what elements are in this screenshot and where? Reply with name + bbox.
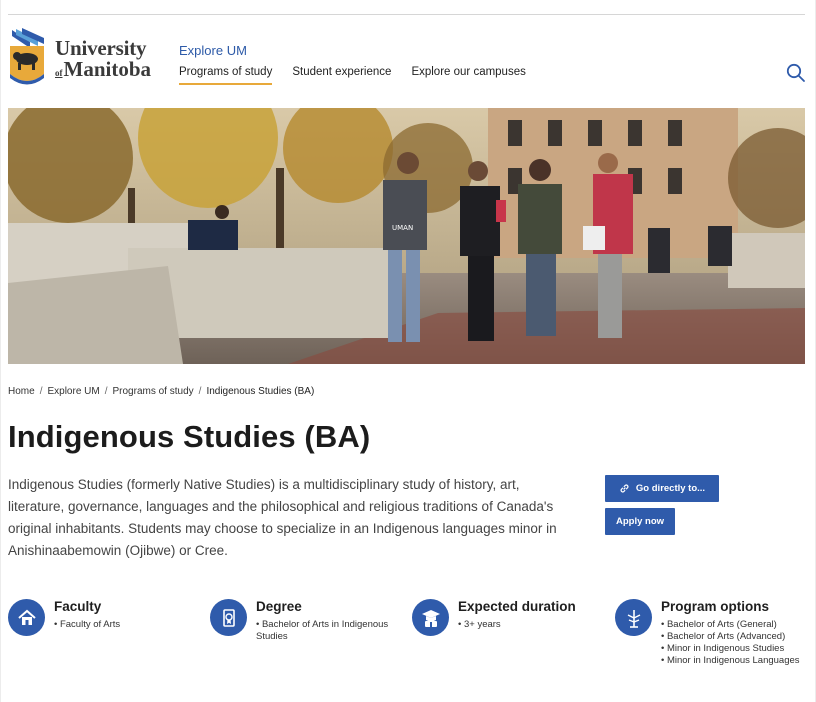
fact-degree-title: Degree [256,599,302,614]
logo-line-manitoba: of Manitoba [55,59,151,80]
breadcrumb-current: Indigenous Studies (BA) [206,386,315,397]
fact-program-options: Program options Bachelor of Arts (Genera… [615,599,800,667]
home-icon [17,609,36,625]
fact-degree-list: Bachelor of Arts in Indigenous Studies [256,619,396,643]
fact-faculty-badge [8,599,45,636]
list-item: Minor in Indigenous Languages [661,655,800,667]
breadcrumb-explore-um[interactable]: Explore UM [47,386,99,397]
logo-wordmark: University of Manitoba [55,38,151,80]
diploma-icon [222,608,235,627]
fact-faculty: Faculty Faculty of Arts [8,599,120,636]
breadcrumb-separator: / [198,386,202,397]
hero-image: UMAN [8,108,805,364]
logo-manitoba: Manitoba [63,57,152,81]
logo-of: of [55,68,63,78]
shirt-text: UMAN [392,224,413,232]
fact-faculty-title: Faculty [54,599,102,614]
search-icon [786,63,805,82]
go-directly-label: Go directly to... [635,483,706,494]
graduate-icon [421,609,440,627]
fact-degree: Degree Bachelor of Arts in Indigenous St… [210,599,396,643]
explore-um-link[interactable]: Explore UM [179,43,247,58]
breadcrumb-separator: / [39,386,43,397]
list-item: Faculty of Arts [54,619,120,631]
university-logo[interactable]: University of Manitoba [8,26,158,92]
bison-shield-icon [10,28,44,85]
fact-duration-list: 3+ years [458,619,576,631]
fact-duration-badge [412,599,449,636]
nav-explore-campuses[interactable]: Explore our campuses [411,66,525,85]
nav-programs-of-study[interactable]: Programs of study [179,66,273,85]
fact-duration-title: Expected duration [458,599,576,614]
breadcrumb-separator: / [104,386,108,397]
breadcrumb-home[interactable]: Home [8,386,35,397]
logo-line-university: University [55,36,147,60]
go-directly-button[interactable]: Go directly to... [605,475,719,502]
breadcrumb-programs-of-study[interactable]: Programs of study [113,386,194,397]
fact-options-title: Program options [661,599,770,614]
fact-options-badge [615,599,652,636]
list-item: Minor in Indigenous Studies [661,643,800,655]
breadcrumb: Home / Explore UM / Programs of study / … [8,386,314,397]
fact-faculty-list: Faculty of Arts [54,619,120,631]
list-item: Bachelor of Arts (Advanced) [661,631,800,643]
top-divider [8,14,805,15]
signpost-icon [627,609,640,628]
list-item: Bachelor of Arts in Indigenous Studies [256,619,396,643]
link-icon [620,484,629,493]
fact-duration: Expected duration 3+ years [412,599,576,636]
main-nav: Programs of study Student experience Exp… [179,66,526,85]
fact-options-list: Bachelor of Arts (General) Bachelor of A… [661,619,800,667]
list-item: 3+ years [458,619,576,631]
apply-now-button[interactable]: Apply now [605,508,675,535]
program-intro: Indigenous Studies (formerly Native Stud… [8,477,557,558]
page-title: Indigenous Studies (BA) [8,419,371,454]
nav-student-experience[interactable]: Student experience [292,66,391,85]
search-button[interactable] [786,63,806,83]
fact-degree-badge [210,599,247,636]
list-item: Bachelor of Arts (General) [661,619,800,631]
